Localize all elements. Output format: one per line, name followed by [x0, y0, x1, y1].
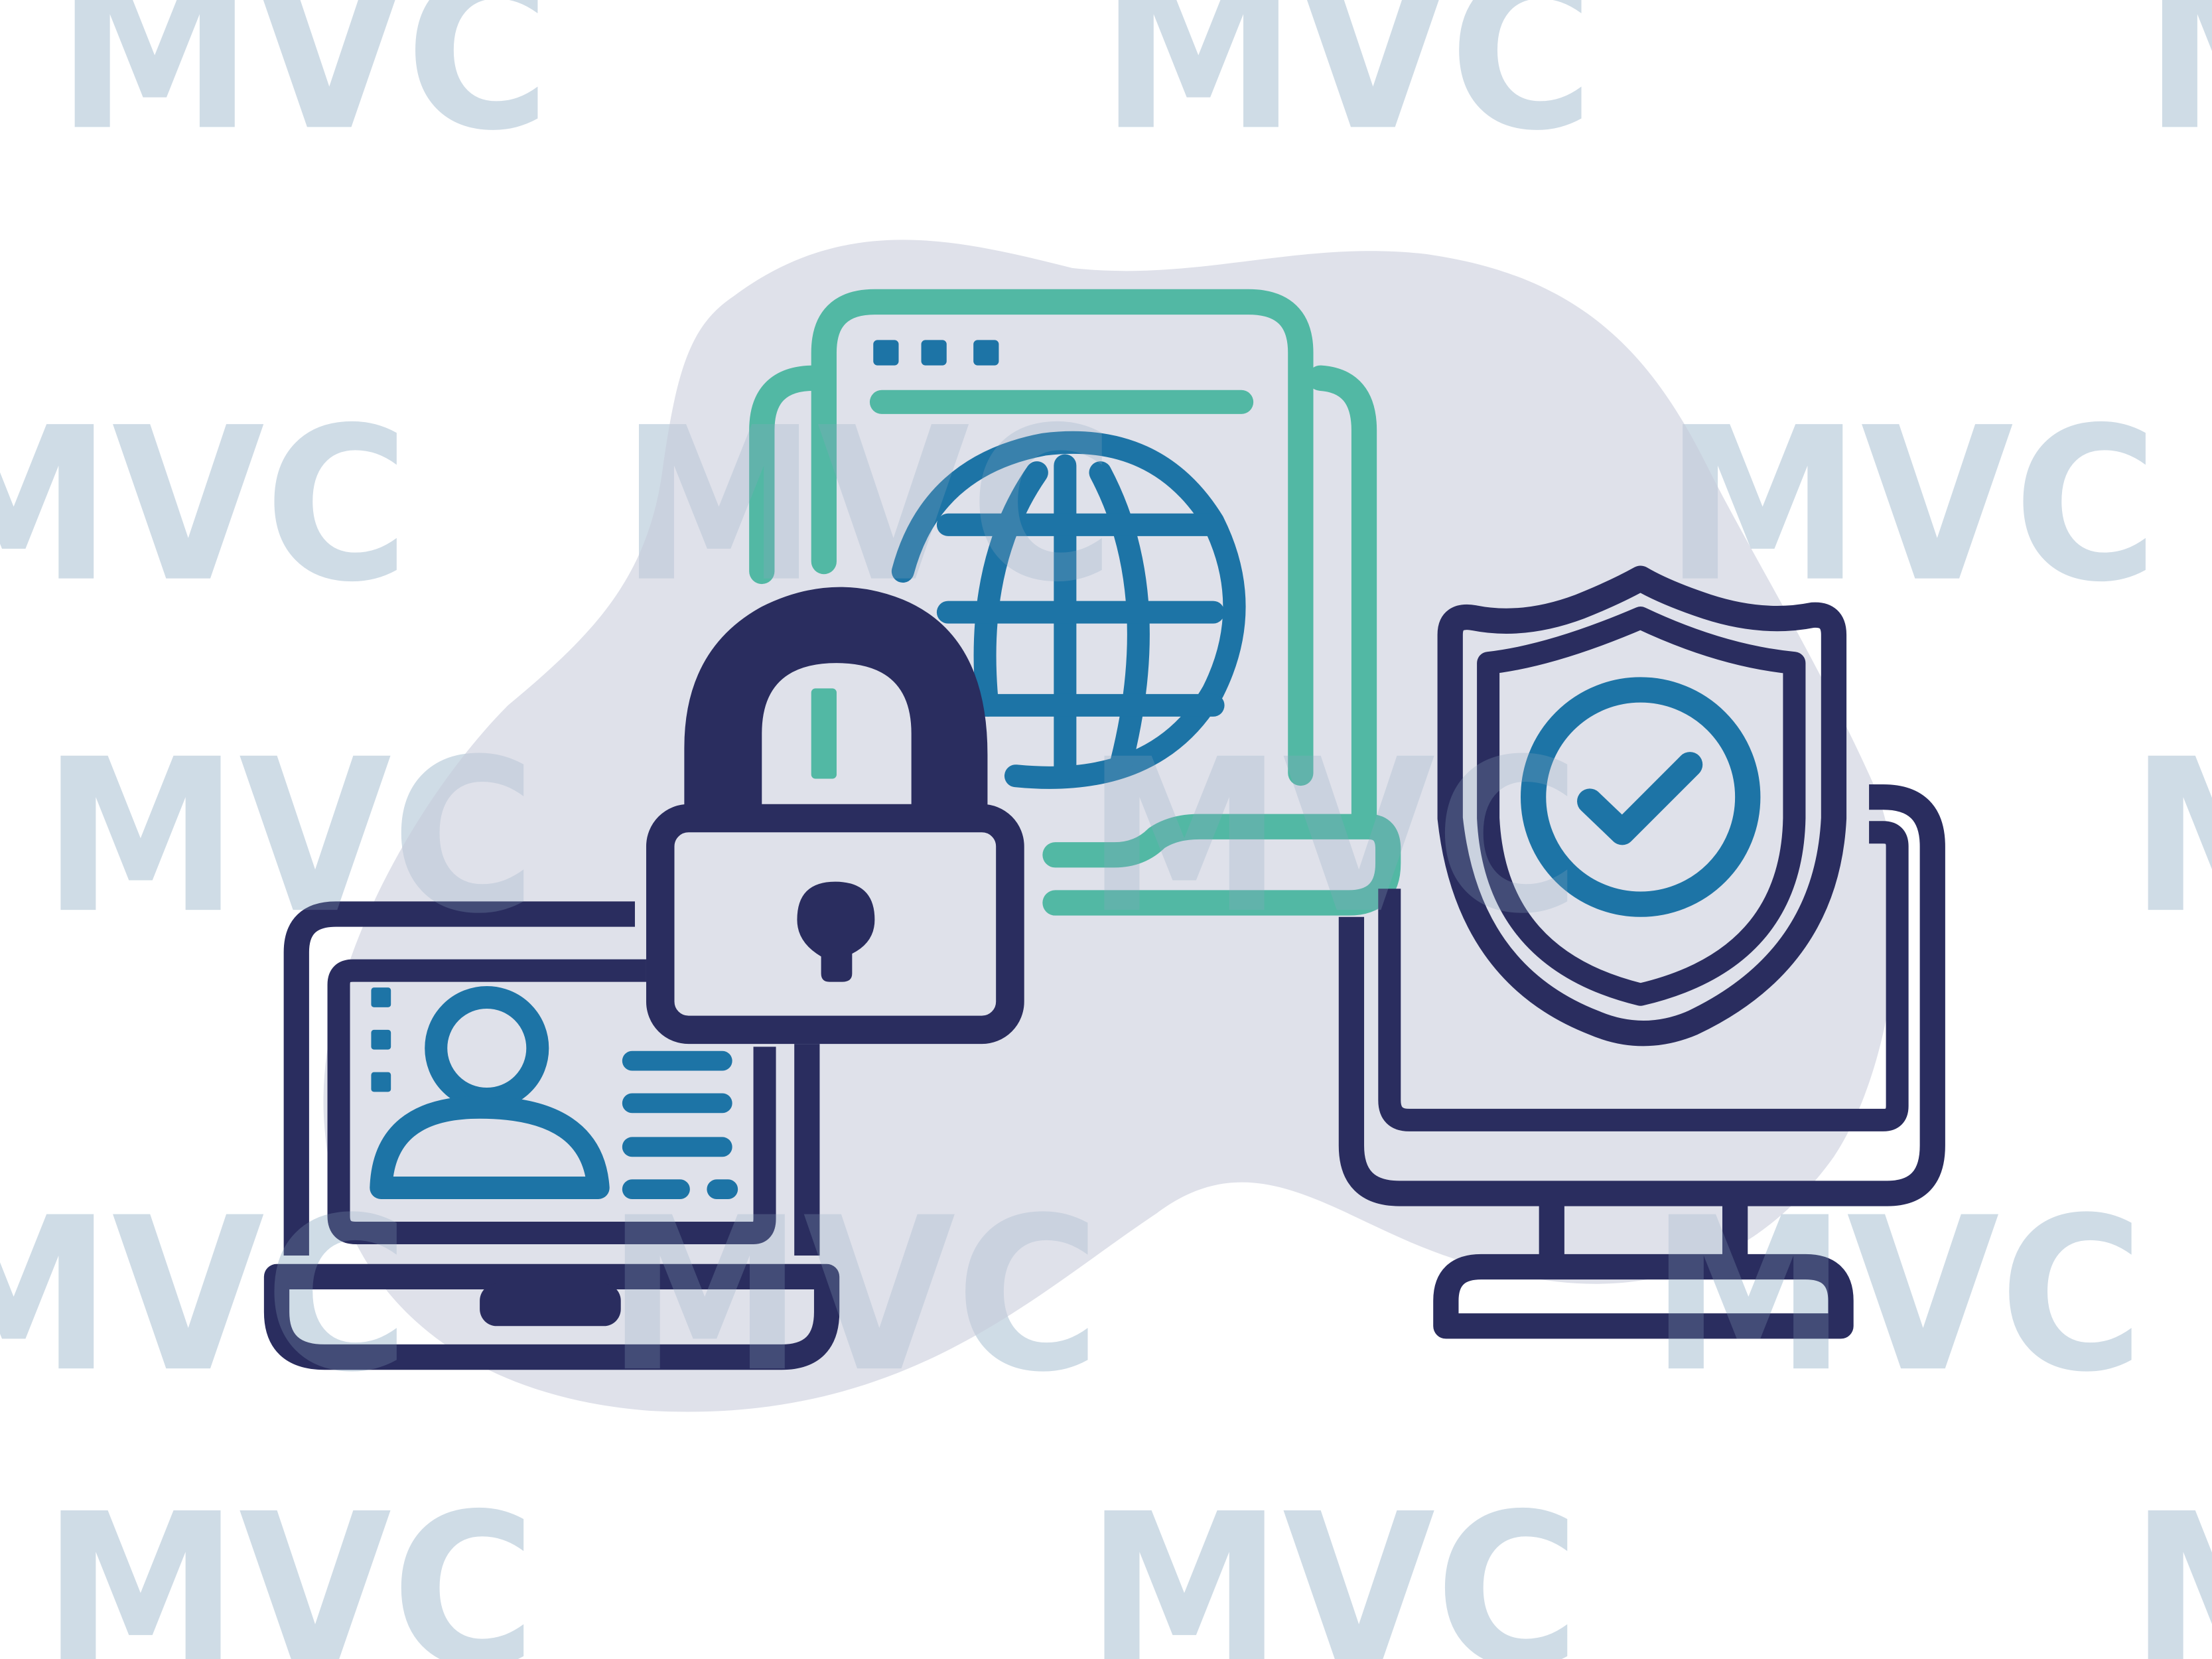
laptop-trackpad — [480, 1283, 621, 1327]
watermark-text: MVC — [1651, 1173, 2144, 1419]
watermark-text: MVC — [56, 0, 550, 177]
watermark-text: MVC — [2130, 714, 2212, 960]
watermark-text: MVC — [42, 714, 536, 960]
illustration-scene: MVC MVC MVC MVC MVC MVC MVC MVC MVC MVC MVC MVC MVC M… — [0, 0, 2212, 1659]
watermark-text: MVC — [1100, 0, 1594, 177]
watermark-text: MVC — [2130, 1469, 2212, 1659]
watermark-text: MVC — [1665, 383, 2158, 629]
browser-dots — [873, 340, 999, 366]
watermark-text: MVC — [1086, 1469, 1580, 1659]
watermark-text: MVC — [621, 383, 1115, 629]
padlock-icon — [646, 587, 1024, 1045]
watermark-text: MVC — [0, 1173, 409, 1419]
watermark-text: MVC — [606, 1173, 1100, 1419]
watermark-text: MVC — [1086, 714, 1580, 960]
watermark-text: MVC — [0, 383, 409, 629]
watermark-text: MVC — [2144, 0, 2212, 177]
watermark-text: MVC — [42, 1469, 536, 1659]
shackle-teal-mark — [811, 688, 837, 779]
cybersecurity-illustration: MVC MVC MVC MVC MVC MVC MVC MVC MVC MVC MVC MVC MVC M… — [0, 0, 2212, 1659]
